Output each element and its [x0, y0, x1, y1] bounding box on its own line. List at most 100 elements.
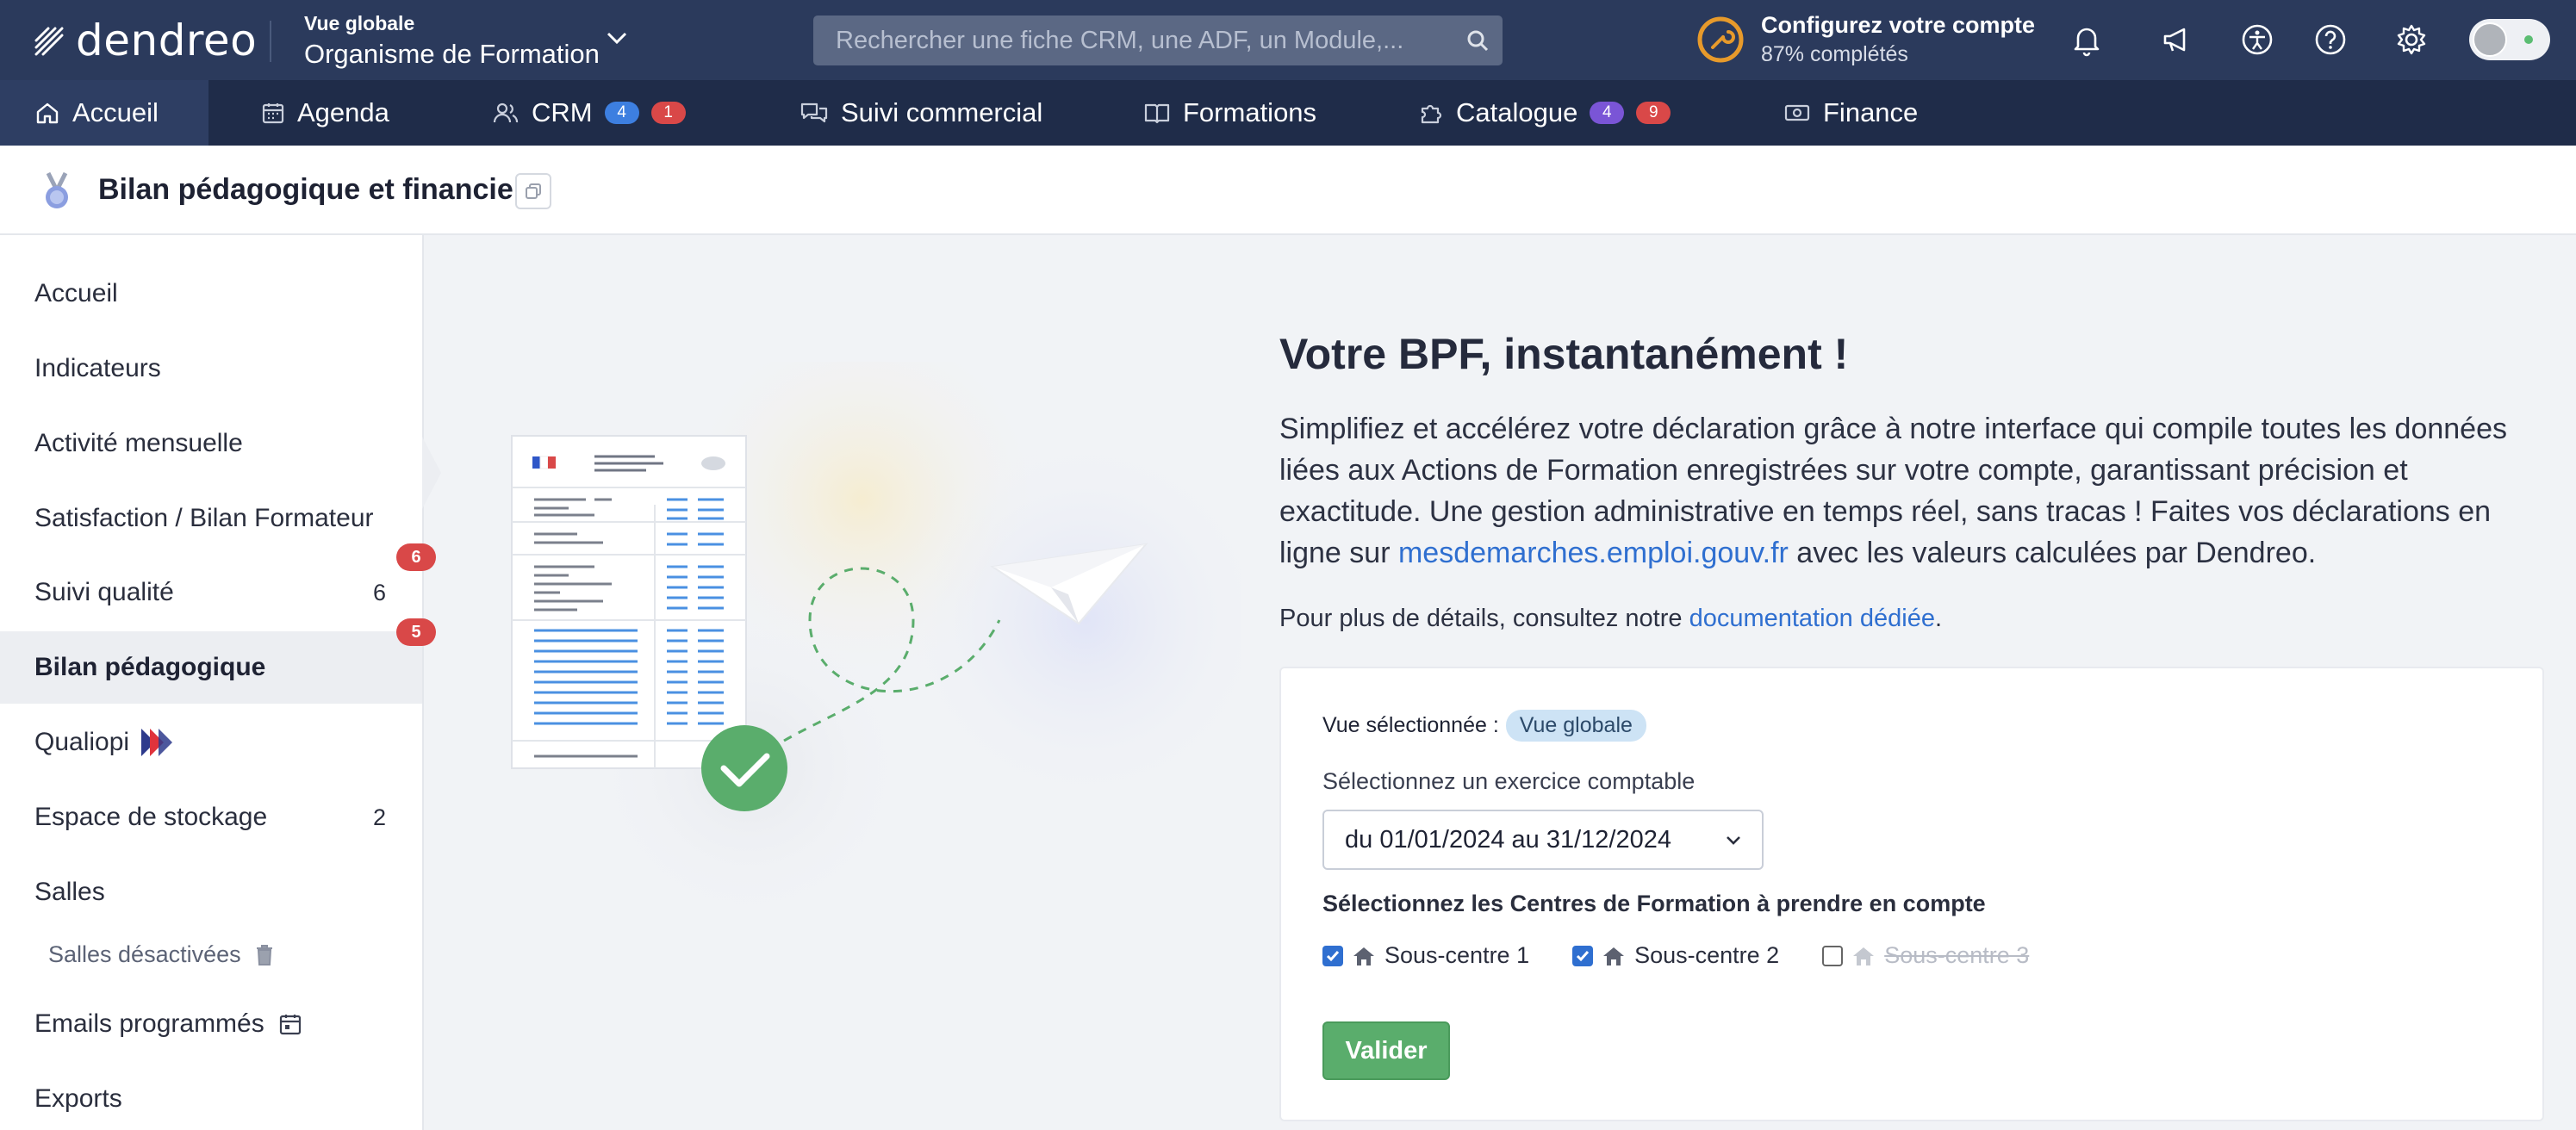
configure-progress: 87% complétés: [1761, 42, 1908, 66]
book-icon: [1144, 103, 1170, 124]
logo[interactable]: dendreo: [33, 16, 257, 65]
chevron-down-icon[interactable]: [605, 29, 629, 47]
selected-view-pill: Vue globale: [1505, 710, 1646, 742]
help-icon[interactable]: [2312, 21, 2349, 59]
bpf-illustration: [511, 362, 1241, 930]
centers-checkboxes: Sous-centre 1 Sous-centre 2 Sous-centre …: [1322, 942, 2072, 969]
centers-label: Sélectionnez les Centres de Formation à …: [1322, 891, 1986, 916]
center-checkbox-3[interactable]: Sous-centre 3: [1822, 942, 2029, 969]
configure-title: Configurez votre compte: [1761, 12, 2036, 38]
configure-account[interactable]: Configurez votre compte 87% complétés: [1697, 12, 2035, 67]
center-checkbox-2[interactable]: Sous-centre 2: [1572, 942, 1779, 969]
logo-text: dendreo: [76, 16, 258, 65]
view-switcher[interactable]: Vue globale Organisme de Formation: [304, 12, 600, 70]
sidebar-item-count: 2: [372, 804, 386, 830]
submit-button[interactable]: Valider: [1322, 1021, 1450, 1080]
accessibility-icon[interactable]: [2238, 21, 2276, 59]
sidebar-item-label: Satisfaction / Bilan Formateur: [34, 504, 374, 532]
nav-agenda[interactable]: Agenda: [261, 80, 389, 146]
sidebar-item-label: Accueil: [34, 279, 118, 307]
nav-catalogue[interactable]: Catalogue 4 9: [1418, 80, 1671, 146]
sidebar-item-exports[interactable]: Exports: [0, 1063, 422, 1130]
center-checkbox-1[interactable]: Sous-centre 1: [1322, 942, 1529, 969]
copy-icon: [526, 183, 541, 199]
sidebar-item-qualiopi[interactable]: Qualiopi: [0, 706, 422, 779]
main-title: Votre BPF, instantanément !: [1279, 330, 1849, 378]
bell-icon[interactable]: [2068, 21, 2106, 59]
search-icon[interactable]: [1453, 29, 1503, 52]
exercise-selected-value: du 01/01/2024 au 31/12/2024: [1345, 825, 1671, 854]
megaphone-icon[interactable]: [2158, 21, 2196, 59]
catalogue-badge-count: 4: [1590, 102, 1625, 124]
nav-label-suivi-commercial: Suivi commercial: [841, 97, 1043, 127]
nav-label-agenda: Agenda: [297, 97, 389, 127]
trash-icon: [256, 944, 272, 965]
nav-crm[interactable]: CRM 4 1: [492, 80, 686, 146]
money-icon: [1784, 104, 1810, 121]
nav-suivi-commercial[interactable]: Suivi commercial: [800, 80, 1042, 146]
catalogue-badge-alert: 9: [1636, 102, 1671, 124]
nav-accueil[interactable]: Accueil: [0, 80, 208, 146]
top-bar: dendreo Vue globale Organisme de Formati…: [0, 0, 2576, 80]
sidebar-item-salles[interactable]: Salles: [0, 856, 422, 928]
sidebar-item-bilan-pedagogique[interactable]: Bilan pédagogique: [0, 631, 422, 704]
documentation-link[interactable]: documentation dédiée: [1689, 605, 1935, 632]
search-input[interactable]: Rechercher une fiche CRM, une ADF, un Mo…: [813, 27, 1453, 55]
home-icon: [1603, 947, 1625, 965]
home-icon: [1853, 947, 1875, 965]
sidebar-subitem-salles-desactivees[interactable]: Salles désactivées: [48, 941, 274, 968]
more-text: Pour plus de détails, consultez notre: [1279, 605, 1689, 632]
chevron-down-icon: [1727, 836, 1740, 845]
nav-formations[interactable]: Formations: [1143, 80, 1316, 146]
selected-view: Vue sélectionnée : Vue globale: [1322, 710, 1646, 742]
page-title: Bilan pédagogique et financier: [98, 173, 525, 206]
global-search[interactable]: Rechercher une fiche CRM, une ADF, un Mo…: [813, 16, 1503, 65]
center-label: Sous-centre 1: [1384, 942, 1530, 968]
nav-label-formations: Formations: [1183, 97, 1317, 127]
puzzle-icon: [1421, 104, 1442, 124]
home-icon: [1353, 947, 1374, 965]
checkbox[interactable]: [1572, 945, 1594, 966]
check-circle-icon: [701, 725, 787, 811]
copy-link-button[interactable]: [515, 173, 551, 209]
home-icon: [36, 102, 59, 124]
nav-label-crm: CRM: [532, 97, 593, 127]
page-header: Bilan pédagogique et financier: [0, 146, 2576, 235]
sidebar-item-label: Salles désactivées: [48, 941, 241, 967]
sidebar-item-satisfaction[interactable]: Satisfaction / Bilan Formateur: [0, 482, 422, 555]
sidebar-item-espace-stockage[interactable]: Espace de stockage 2: [0, 781, 422, 854]
online-status-dot: [2524, 35, 2533, 44]
sidebar-item-emails-programmes[interactable]: Emails programmés: [0, 988, 422, 1060]
sidebar-item-indicateurs[interactable]: Indicateurs: [0, 332, 422, 405]
logo-icon: [34, 27, 64, 56]
sidebar-item-label: Exports: [34, 1084, 122, 1113]
more-details: Pour plus de détails, consultez notre do…: [1279, 605, 1942, 633]
more-text-end: .: [1934, 605, 1943, 632]
sidebar-item-label: Espace de stockage: [34, 803, 268, 831]
chat-icon: [800, 102, 828, 123]
exercise-select[interactable]: du 01/01/2024 au 31/12/2024: [1322, 810, 1764, 870]
avatar: [2473, 22, 2507, 57]
mesdemarches-link[interactable]: mesdemarches.emploi.gouv.fr: [1398, 537, 1789, 569]
active-item-pointer: [422, 437, 441, 509]
gear-icon[interactable]: [2392, 21, 2430, 59]
checkbox[interactable]: [1822, 945, 1844, 966]
notification-badge: 5: [396, 618, 436, 646]
sidebar-item-activite-mensuelle[interactable]: Activité mensuelle: [0, 407, 422, 480]
divider: [270, 21, 271, 62]
nav-label-accueil: Accueil: [72, 97, 159, 127]
users-icon: [493, 102, 519, 123]
form-document-icon: [511, 435, 747, 769]
sidebar-item-label: Suivi qualité: [34, 578, 174, 606]
user-menu[interactable]: [2469, 19, 2550, 60]
sidebar-item-suivi-qualite[interactable]: Suivi qualité 6: [0, 556, 422, 629]
wrench-progress-icon: [1697, 16, 1744, 63]
qualiopi-logo-icon: [141, 729, 173, 756]
nav-finance[interactable]: Finance: [1783, 80, 1918, 146]
nav-label-finance: Finance: [1823, 97, 1919, 127]
description-text-end: avec les valeurs calculées par Dendreo.: [1788, 537, 2317, 569]
checkbox[interactable]: [1322, 945, 1343, 966]
sidebar-item-label: Activité mensuelle: [34, 429, 243, 457]
sidebar-item-label: Salles: [34, 878, 105, 906]
sidebar-item-accueil[interactable]: Accueil: [0, 258, 422, 330]
